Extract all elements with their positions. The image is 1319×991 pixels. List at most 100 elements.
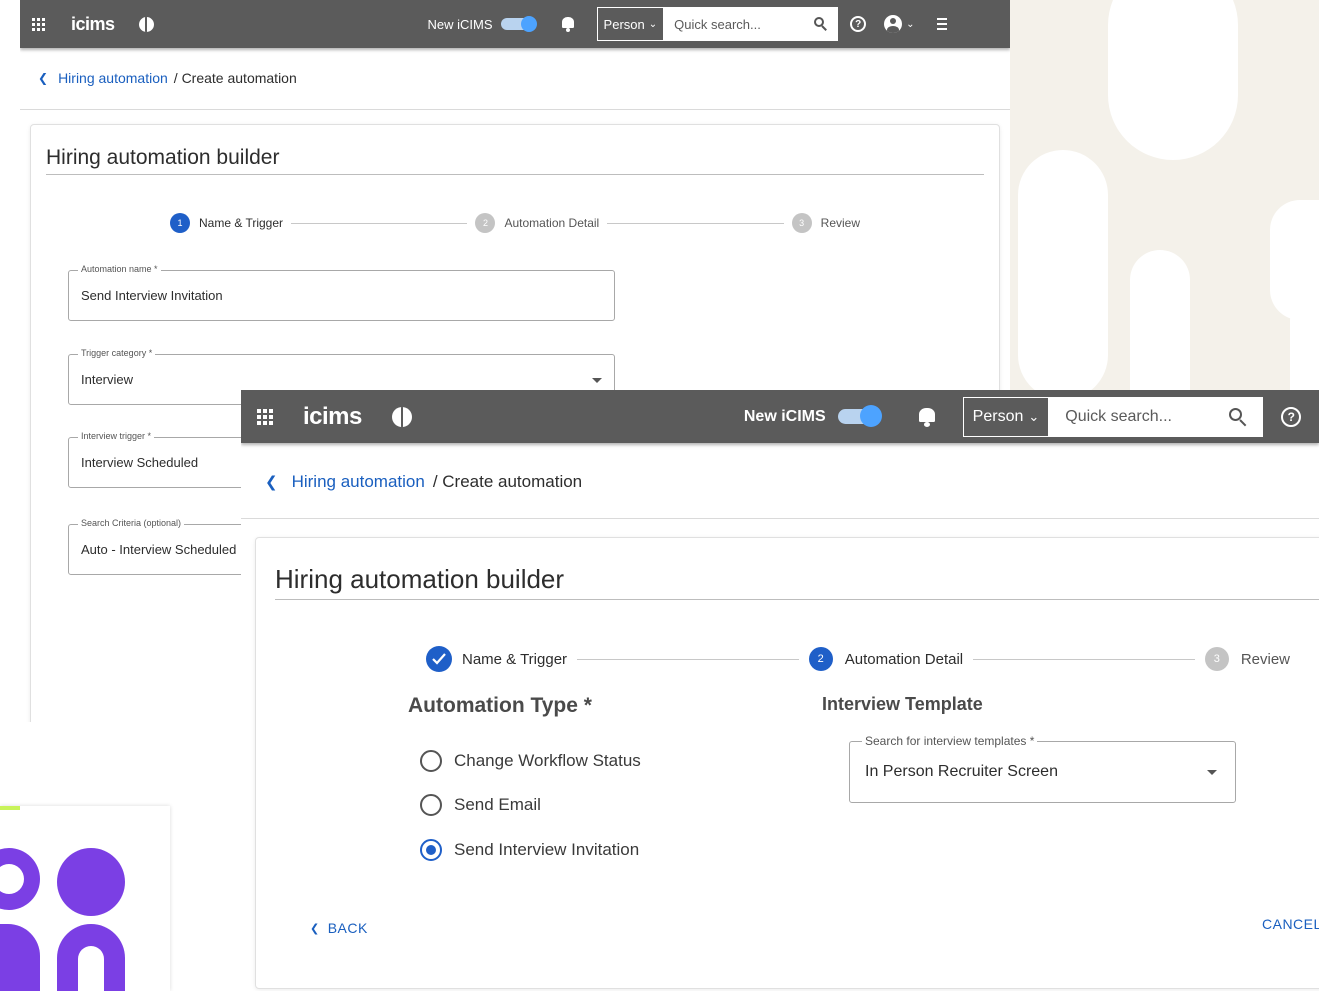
menu-icon[interactable] — [936, 18, 947, 30]
search-category-select[interactable]: Person ⌄ — [596, 7, 665, 41]
step-number: 2 — [808, 647, 833, 671]
field-value: Send Interview Invitation — [81, 288, 223, 303]
builder-card: Hiring automation builder Name & Trigger… — [255, 537, 1319, 989]
radio-send-interview-invitation[interactable]: Send Interview Invitation — [420, 839, 639, 861]
check-circle-icon — [426, 646, 452, 672]
step-label: Name & Trigger — [462, 650, 568, 668]
help-icon[interactable]: ? — [1281, 406, 1302, 427]
radio-button-checked[interactable] — [420, 839, 442, 861]
field-label: Interview trigger * — [78, 431, 155, 441]
icims-logo: icims — [303, 402, 362, 430]
step-number: 3 — [791, 213, 812, 233]
step-review[interactable]: 3 Review — [1204, 647, 1291, 671]
radio-send-email[interactable]: Send Email — [420, 794, 541, 816]
field-label: Trigger category * — [78, 348, 156, 358]
help-icon[interactable]: ? — [850, 16, 867, 32]
step-label: Review — [820, 216, 861, 230]
search-category-select[interactable]: Person ⌄ — [962, 396, 1050, 437]
field-value: Interview — [81, 372, 134, 387]
step-name-trigger[interactable]: 1 Name & Trigger — [170, 213, 283, 233]
cancel-button[interactable]: CANCEL — [1262, 916, 1319, 932]
pie-chart-icon[interactable] — [138, 16, 154, 32]
app-grid-icon[interactable] — [32, 17, 45, 31]
search-icon[interactable] — [814, 17, 828, 31]
person-label: Person — [972, 407, 1024, 425]
radio-button[interactable] — [420, 794, 442, 816]
step-automation-detail[interactable]: 2 Automation Detail — [808, 647, 964, 671]
deco-shape — [1290, 300, 1319, 400]
interview-template-heading: Interview Template — [822, 694, 983, 714]
user-avatar-icon[interactable] — [884, 15, 903, 33]
pie-chart-icon[interactable] — [391, 406, 412, 427]
field-label: Search for interview templates * — [862, 734, 1038, 748]
field-value: Interview Scheduled — [81, 455, 199, 470]
cancel-label: CANCEL — [1262, 916, 1319, 932]
deco-shape — [1108, 0, 1238, 160]
top-nav-bar: icims New iCIMS Person ⌄ ? — [241, 390, 1319, 443]
automation-name-field[interactable]: Automation name * Send Interview Invitat… — [68, 264, 615, 321]
radio-button[interactable] — [420, 750, 442, 772]
step-label: Review — [1240, 650, 1291, 668]
deco-shape — [1130, 250, 1190, 400]
new-icims-label: New iCIMS — [743, 407, 826, 425]
stepper: 1 Name & Trigger 2 Automation Detail 3 R… — [170, 213, 860, 233]
breadcrumb-divider — [20, 109, 1010, 110]
step-connector — [577, 658, 799, 660]
breadcrumb-divider — [241, 518, 1319, 519]
interview-template-select[interactable]: Search for interview templates * In Pers… — [849, 734, 1236, 803]
top-nav-bar: icims New iCIMS Person ⌄ ? ⌄ — [20, 0, 1010, 48]
builder-window-step2: icims New iCIMS Person ⌄ ? ❮ Hiring auto… — [241, 390, 1319, 991]
logo-card — [0, 806, 170, 991]
step-automation-detail[interactable]: 2 Automation Detail — [475, 213, 599, 233]
chevron-down-icon: ⌄ — [1028, 408, 1040, 424]
field-value: In Person Recruiter Screen — [865, 763, 1058, 780]
step-connector — [291, 222, 468, 224]
quick-search-input[interactable] — [1065, 407, 1230, 426]
radio-change-workflow-status[interactable]: Change Workflow Status — [420, 750, 641, 772]
deco-shape — [1018, 150, 1108, 400]
step-number: 1 — [170, 213, 190, 233]
step-label: Automation Detail — [844, 650, 964, 668]
quick-search-box — [664, 7, 839, 41]
new-icims-toggle[interactable] — [837, 405, 882, 427]
logo-arch — [0, 924, 40, 991]
step-label: Name & Trigger — [199, 216, 284, 230]
logo-circle — [57, 848, 125, 916]
title-divider — [46, 174, 984, 175]
new-icims-toggle[interactable] — [500, 16, 537, 32]
breadcrumb-link-hiring-automation[interactable]: Hiring automation — [292, 472, 425, 492]
dropdown-caret-icon — [1207, 770, 1217, 775]
search-icon[interactable] — [1229, 407, 1247, 426]
step-name-trigger[interactable]: Name & Trigger — [426, 646, 567, 672]
step-number: 2 — [475, 213, 496, 233]
title-divider — [275, 599, 1319, 600]
builder-title: Hiring automation builder — [275, 564, 565, 594]
app-grid-icon[interactable] — [257, 408, 273, 425]
back-chevron-icon[interactable]: ❮ — [265, 473, 278, 491]
back-button[interactable]: ❮ BACK — [310, 920, 368, 936]
step-number: 3 — [1204, 647, 1229, 671]
new-icims-label: New iCIMS — [427, 16, 493, 32]
stepper: Name & Trigger 2 Automation Detail 3 Rev… — [426, 646, 1290, 672]
field-value: Auto - Interview Scheduled — [81, 542, 237, 557]
quick-search-box — [1049, 396, 1264, 437]
radio-label: Send Interview Invitation — [454, 840, 640, 859]
person-label: Person — [603, 16, 645, 32]
bell-icon[interactable] — [561, 16, 575, 32]
breadcrumb: ❮ Hiring automation / Create automation — [38, 70, 297, 86]
step-label: Automation Detail — [504, 216, 600, 230]
back-chevron-icon[interactable]: ❮ — [38, 71, 48, 85]
automation-type-heading: Automation Type * — [408, 694, 592, 717]
chevron-left-icon: ❮ — [310, 922, 320, 935]
back-label: BACK — [327, 920, 368, 936]
step-review[interactable]: 3 Review — [791, 213, 861, 233]
breadcrumb-link-hiring-automation[interactable]: Hiring automation — [58, 70, 168, 86]
radio-label: Change Workflow Status — [454, 751, 641, 770]
chevron-down-icon[interactable]: ⌄ — [906, 19, 914, 30]
quick-search-input[interactable] — [674, 16, 815, 32]
step-connector — [973, 658, 1195, 660]
bell-icon[interactable] — [918, 407, 936, 427]
breadcrumb-current: / Create automation — [173, 70, 297, 86]
icims-logo: icims — [71, 13, 115, 34]
breadcrumb: ❮ Hiring automation / Create automation — [265, 472, 582, 492]
